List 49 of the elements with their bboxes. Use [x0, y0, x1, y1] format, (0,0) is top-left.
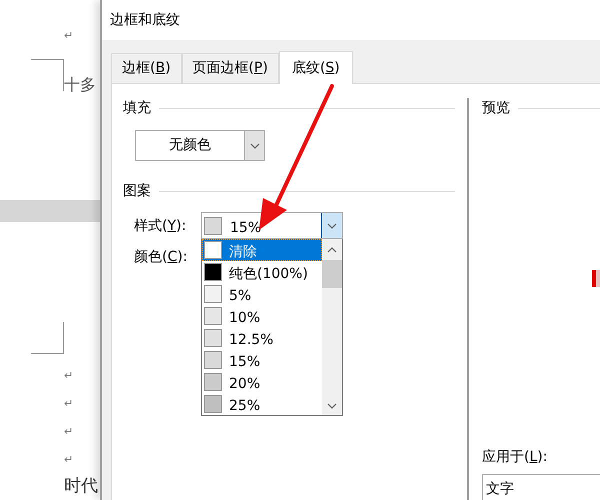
section-heading: 预览	[482, 99, 510, 118]
dropdown-option[interactable]: 15%	[202, 349, 322, 371]
option-label: 清除	[229, 242, 257, 262]
option-label: 12.5%	[229, 330, 274, 350]
section-heading: 填充	[123, 99, 151, 118]
style-dropdown[interactable]: 15%	[201, 212, 343, 239]
tab[interactable]: 边框(B)	[111, 53, 182, 83]
option-label: 纯色(100%)	[229, 264, 308, 284]
chevron-down-icon	[327, 403, 337, 409]
apply-to-dropdown[interactable]: 文字	[482, 474, 600, 500]
tab[interactable]: 页面边框(P)	[182, 53, 279, 83]
field-label: 样式(Y):	[134, 217, 188, 236]
fill-color-value: 无颜色	[168, 136, 212, 155]
dropdown-option[interactable]: 清除	[202, 239, 322, 261]
option-label: 20%	[229, 374, 260, 394]
window-title: 边框和底纹	[110, 10, 180, 30]
paragraph-mark: ↵	[64, 454, 74, 466]
option-label: 5%	[229, 286, 252, 306]
document-text: 时代	[64, 478, 99, 495]
dropdown-option[interactable]: 25%	[202, 393, 322, 415]
tab[interactable]: 底纹(S)	[278, 51, 353, 84]
paragraph-mark: ↵	[64, 426, 74, 438]
field-label: 应用于(L):	[482, 448, 548, 467]
section-heading: 图案	[123, 182, 151, 201]
chevron-up-icon	[327, 247, 337, 253]
paragraph-mark: ↵	[64, 30, 74, 41]
scrollbar[interactable]	[322, 239, 342, 415]
paragraph-mark: ↵	[64, 398, 74, 410]
margin-mark	[31, 322, 64, 354]
dropdown-button[interactable]	[321, 213, 342, 238]
document-text: 十多	[64, 77, 97, 93]
margin-mark	[31, 59, 64, 91]
paragraph-mark: ↵	[64, 370, 74, 382]
style-value: 15%	[230, 219, 262, 238]
option-label: 10%	[229, 308, 260, 328]
dropdown-option[interactable]: 20%	[202, 371, 322, 393]
preview-sample	[592, 270, 600, 286]
apply-to-value: 文字	[486, 480, 514, 498]
dropdown-option[interactable]: 10%	[202, 305, 322, 327]
field-label: 颜色(C):	[134, 248, 188, 267]
fill-color-dropdown[interactable]: 无颜色	[135, 130, 265, 161]
dropdown-option[interactable]: 12.5%	[202, 327, 322, 349]
scroll-thumb[interactable]	[322, 260, 342, 288]
dropdown-option[interactable]: 5%	[202, 283, 322, 305]
chevron-down-icon	[250, 142, 260, 148]
option-label: 25%	[229, 396, 260, 416]
dropdown-option[interactable]: 纯色(100%)	[202, 261, 322, 283]
chevron-down-icon	[327, 222, 337, 228]
option-label: 15%	[229, 352, 260, 372]
